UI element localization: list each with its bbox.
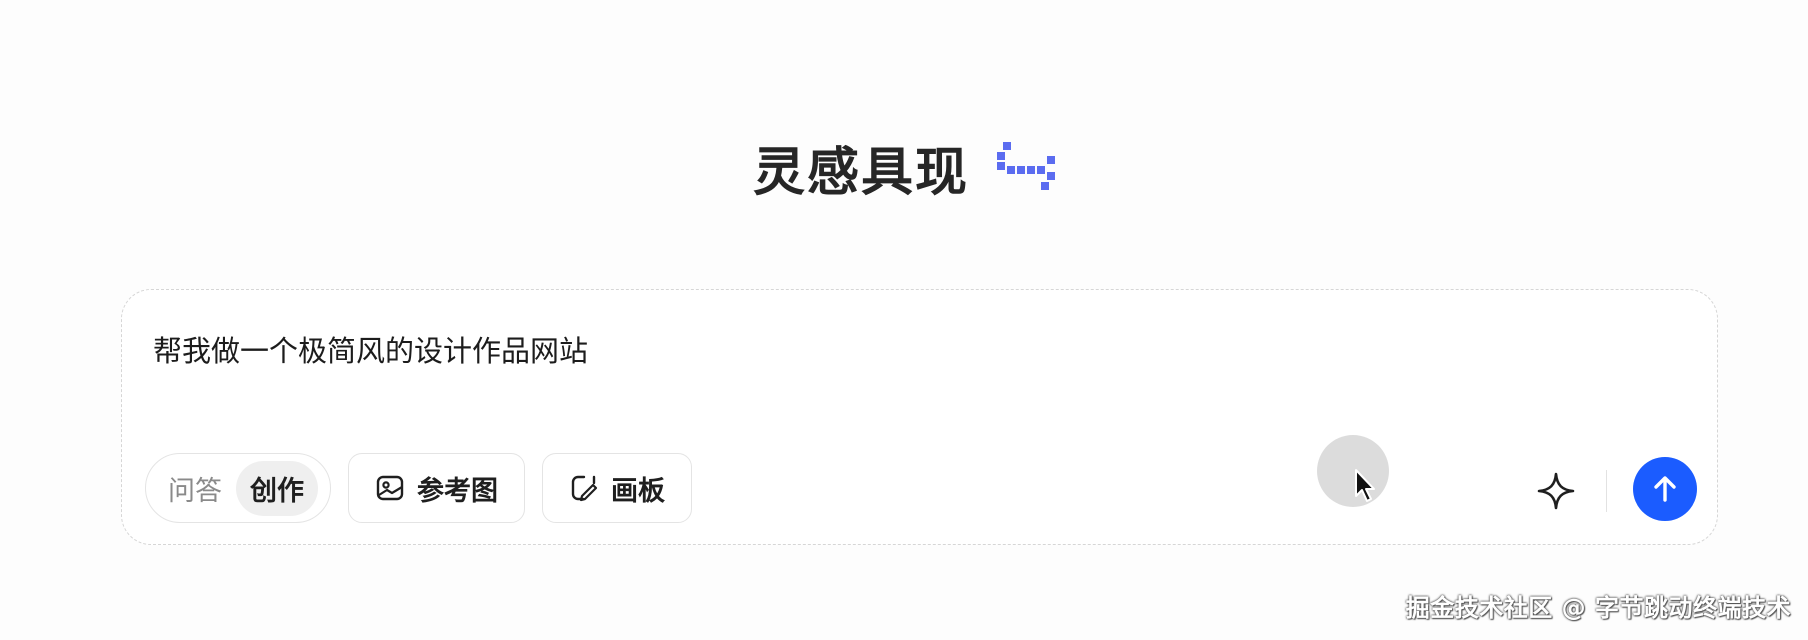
send-button[interactable] [1633, 457, 1697, 521]
mode-option-qa[interactable]: 问答 [168, 469, 222, 508]
page-title: 灵感具现 [752, 143, 969, 203]
reference-image-label: 参考图 [417, 475, 498, 507]
arrow-up-icon [1654, 476, 1676, 502]
canvas-pen-icon [571, 475, 598, 502]
mouse-cursor-icon [1355, 469, 1375, 502]
image-icon [376, 475, 404, 501]
reference-image-button[interactable]: 参考图 [348, 453, 525, 523]
watermark: 掘金技术社区 @ 字节跳动终端技术 [1405, 594, 1791, 622]
prompt-composer[interactable]: 帮我做一个极简风的设计作品网站 问答 创作 参考图 画板 [121, 289, 1718, 545]
sparkle-icon[interactable] [1536, 471, 1576, 511]
mode-toggle[interactable]: 问答 创作 [145, 453, 331, 523]
composer-toolbar: 问答 创作 参考图 画板 [145, 453, 692, 523]
page: 灵感具现 帮我做一个极简风的设计作品网站 问答 创作 参考图 画板 掘金技术社区… [0, 0, 1808, 640]
canvas-button[interactable]: 画板 [542, 453, 692, 523]
headline: 灵感具现 [0, 130, 1808, 205]
pixel-logo-icon [997, 141, 1055, 190]
toolbar-divider [1606, 470, 1607, 512]
prompt-input[interactable]: 帮我做一个极简风的设计作品网站 [153, 328, 588, 370]
cursor-highlight [1317, 435, 1389, 507]
canvas-label: 画板 [611, 475, 665, 507]
mode-option-create[interactable]: 创作 [236, 460, 318, 516]
